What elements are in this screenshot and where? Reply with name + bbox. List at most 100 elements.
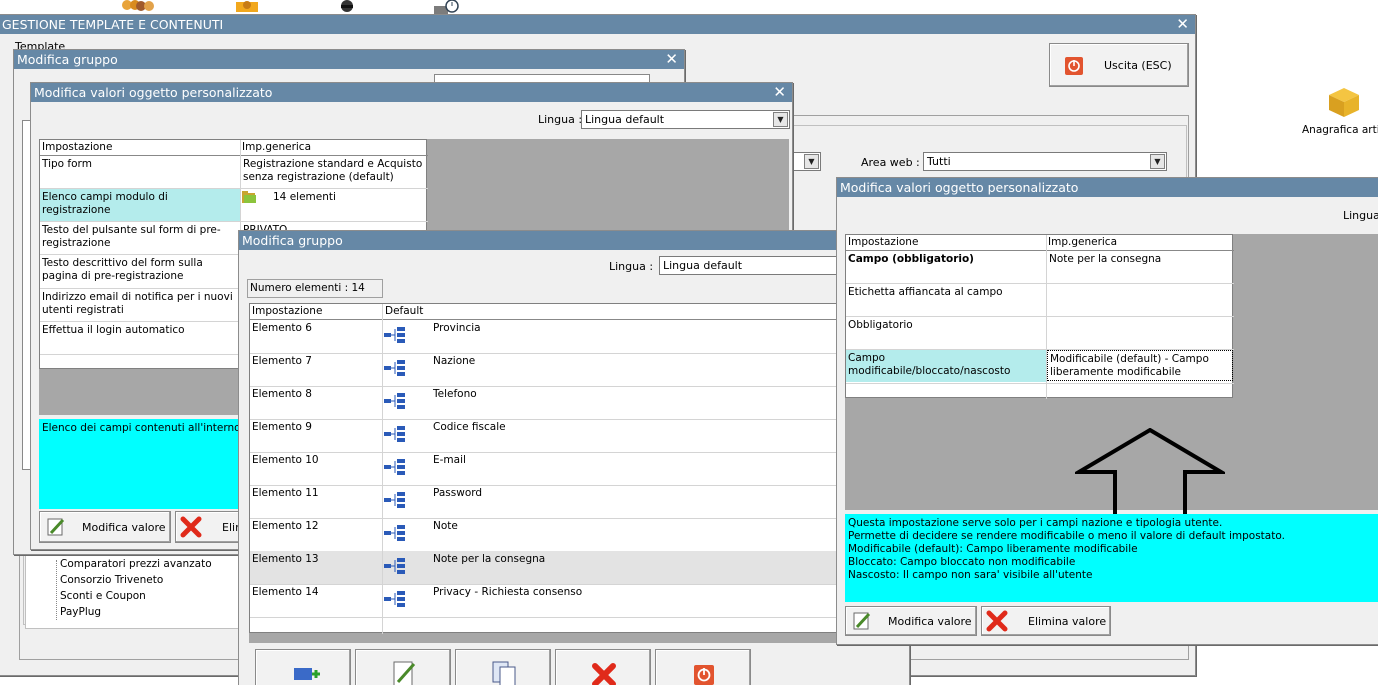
delete-element-button[interactable] [555, 649, 651, 685]
toolbar-icon-group[interactable] [132, 0, 158, 12]
tree-structure-icon [384, 492, 405, 508]
table-row[interactable]: Indirizzo email di notifica per i nuovi … [40, 289, 240, 321]
chevron-down-icon[interactable]: ▼ [804, 154, 819, 169]
toolbar-icon-clock[interactable] [432, 0, 462, 14]
table-row[interactable]: Effettua il login automatico [40, 322, 240, 354]
close-icon[interactable]: ✕ [665, 50, 678, 68]
table-cell-value[interactable] [1047, 284, 1233, 316]
delete-value-button[interactable]: Elimina valore [981, 606, 1111, 636]
chevron-down-icon[interactable]: ▼ [1150, 154, 1165, 169]
toolbar-icon-worker[interactable] [232, 0, 262, 12]
edit-icon [853, 612, 871, 630]
close-group-button[interactable] [655, 649, 751, 685]
table-row[interactable]: Obbligatorio [846, 317, 1046, 349]
group-window-title: Modifica gruppo [242, 233, 343, 248]
custom-values-title: Modifica valori oggetto personalizzato [34, 85, 273, 100]
delete-value-label: Elimina valore [1028, 615, 1107, 628]
table-cell-value[interactable]: Codice fiscale [383, 419, 909, 452]
lingua-label: Lingua : [609, 260, 654, 273]
table-cell-value[interactable]: Note [383, 518, 909, 551]
table-cell-value[interactable]: Provincia [383, 320, 909, 353]
table-cell-value[interactable]: Telefono [383, 386, 909, 419]
lingua-select[interactable]: Lingua default ▼ [581, 110, 790, 129]
box-icon [1329, 88, 1359, 117]
list-item[interactable]: Comparatori prezzi avanzato [60, 558, 212, 570]
desktop-icon-label: Anagrafica artic [1302, 124, 1378, 136]
table-cell-value[interactable]: 14 elementi [241, 189, 427, 221]
tree-structure-icon [384, 459, 405, 475]
area-web-label: Area web : [861, 156, 920, 169]
exit-button[interactable]: Uscita (ESC) [1049, 43, 1189, 87]
description-line: Bloccato: Campo bloccato non modificabil… [848, 556, 1076, 568]
table-row[interactable]: Elemento 8 [250, 386, 382, 419]
table-cell-value[interactable]: E-mail [383, 452, 909, 485]
tree-structure-icon [384, 558, 405, 574]
table-row-selected[interactable]: Elenco campi modulo di registrazione [40, 189, 240, 221]
table-row[interactable]: Elemento 13 [250, 551, 382, 584]
main-window-title: GESTIONE TEMPLATE E CONTENUTI [2, 17, 224, 32]
tree-structure-icon [384, 426, 405, 442]
table-cell-value[interactable]: Password [383, 485, 909, 518]
description-box: Questa impostazione serve solo per i cam… [845, 514, 1378, 602]
tree-structure-icon [384, 393, 405, 409]
element-count-label: Numero elementi : 14 [250, 282, 365, 294]
table-cell-value[interactable]: Note per la consegna [383, 551, 909, 584]
table-row[interactable]: Tipo form [40, 156, 240, 188]
list-item[interactable]: Sconti e Coupon [60, 590, 146, 602]
delete-x-icon [180, 516, 202, 538]
copy-element-button[interactable] [455, 649, 551, 685]
table-cell-value[interactable]: Privacy - Richiesta consenso [383, 584, 909, 617]
table-row-selected[interactable]: Campo modificabile/bloccato/nascosto [846, 350, 1046, 382]
settings-grid: Impostazione Imp.generica Campo (obbliga… [845, 234, 1234, 399]
area-web-select[interactable]: Tutti ▼ [923, 152, 1167, 171]
description-line: Modificabile (default): Campo liberament… [848, 543, 1138, 555]
power-icon [694, 665, 714, 685]
table-cell-value[interactable]: Nazione [383, 353, 909, 386]
group-window-titlebar: Modifica gruppo [239, 231, 909, 250]
close-icon[interactable]: ✕ [773, 83, 786, 101]
table-row[interactable]: Elemento 6 [250, 320, 382, 353]
table-row[interactable]: Elemento 14 [250, 584, 382, 617]
column-header-imp-generica: Imp.generica [1048, 236, 1118, 248]
table-cell-value[interactable]: Registrazione standard e Acquisto senza … [241, 156, 427, 188]
table-row[interactable]: Elemento 12 [250, 518, 382, 551]
edit-icon [393, 661, 416, 685]
group-window: Modifica gruppo Lingua : Lingua default … [238, 230, 910, 685]
lingua-value: Lingua default [663, 259, 743, 272]
elements-grid: Impostazione Default Elemento 6 Provincia… [249, 303, 909, 634]
table-cell-value[interactable] [1047, 317, 1233, 349]
table-cell-value-editing[interactable]: Modificabile (default) - Campo liberamen… [1047, 350, 1233, 381]
edit-element-button[interactable] [355, 649, 451, 685]
copy-icon [492, 661, 516, 685]
lingua-label: Lingua : [538, 113, 583, 126]
table-row[interactable]: Elemento 9 [250, 419, 382, 452]
modify-value-button[interactable]: Modifica valore [845, 606, 977, 636]
column-header-impostazione: Impostazione [848, 236, 919, 248]
modify-value-label: Modifica valore [82, 521, 166, 534]
table-cell-value[interactable]: Note per la consegna [1047, 251, 1233, 283]
list-item[interactable]: PayPlug [60, 606, 101, 618]
table-row[interactable]: Etichetta affiancata al campo [846, 284, 1046, 316]
custom-values-right-titlebar: Modifica valori oggetto personalizzato [837, 178, 1378, 197]
table-row[interactable]: Testo del pulsante sul form di pre-regis… [40, 222, 240, 254]
table-row[interactable]: Testo descrittivo del form sulla pagina … [40, 255, 240, 288]
element-count-box: Numero elementi : 14 [247, 279, 383, 298]
desktop-icon-anagrafica[interactable]: Anagrafica artic [1300, 86, 1378, 136]
table-row[interactable]: Elemento 11 [250, 485, 382, 518]
bg-tree-list: Comparatori prezzi avanzato Consorzio Tr… [25, 553, 247, 629]
toolbar-icon-agent[interactable] [338, 0, 356, 14]
table-row[interactable]: Elemento 7 [250, 353, 382, 386]
table-row[interactable]: Elemento 10 [250, 452, 382, 485]
add-element-button[interactable] [255, 649, 351, 685]
modify-value-button[interactable]: Modifica valore [39, 511, 171, 543]
description-line: Permette di decidere se rendere modifica… [848, 530, 1285, 542]
area-web-value: Tutti [927, 155, 951, 168]
table-row[interactable]: Campo (obbligatorio) [846, 251, 1046, 283]
close-icon[interactable]: ✕ [1176, 15, 1189, 33]
tree-structure-icon [384, 591, 405, 607]
main-window-titlebar: GESTIONE TEMPLATE E CONTENUTI ✕ [0, 15, 1195, 34]
edit-icon [47, 518, 65, 536]
column-header-imp-generica: Imp.generica [242, 141, 312, 153]
list-item[interactable]: Consorzio Triveneto [60, 574, 163, 586]
chevron-down-icon[interactable]: ▼ [773, 112, 788, 127]
